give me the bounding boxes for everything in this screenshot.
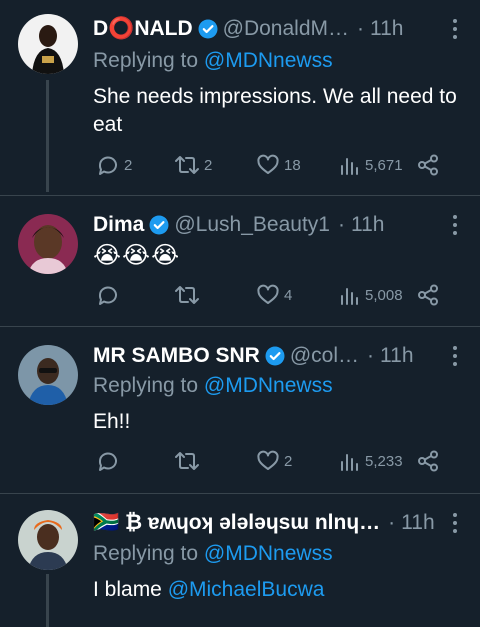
separator-dot: · xyxy=(357,17,364,40)
display-name[interactable]: D⭕NALD xyxy=(93,16,193,42)
user-handle[interactable]: @col… xyxy=(290,343,359,369)
reply-icon xyxy=(98,286,117,305)
display-name[interactable]: Dima xyxy=(93,212,144,238)
display-name[interactable]: 🇿🇦 ₿ ɐʍɥoʞ ǝlǝlǝɥsɯ nlnɥ… xyxy=(93,510,380,536)
replying-to: Replying to @MDNnewss xyxy=(93,541,333,567)
separator-dot: · xyxy=(388,511,396,534)
reply-icon xyxy=(98,452,117,471)
share-button[interactable] xyxy=(416,449,440,473)
like-count: 4 xyxy=(284,286,293,304)
timestamp[interactable]: 11h xyxy=(380,343,413,369)
like-count: 18 xyxy=(284,156,301,174)
tweet-1[interactable]: D⭕NALD @DonaldM… · 11h Replying to @MDNn… xyxy=(0,0,480,192)
separator-dot: · xyxy=(367,344,375,367)
reply-button[interactable] xyxy=(96,449,124,473)
tweet-header: 🇿🇦 ₿ ɐʍɥoʞ ǝlǝlǝɥsɯ nlnɥ… · 11h xyxy=(93,510,440,536)
heart-icon xyxy=(257,450,279,470)
tweet-text: I blame @MichaelBucwa xyxy=(93,576,460,604)
share-button[interactable] xyxy=(416,153,440,177)
retweet-button[interactable] xyxy=(174,449,204,473)
tweet-text-prefix: I blame xyxy=(93,578,168,601)
avatar[interactable] xyxy=(18,14,78,74)
verified-badge-icon xyxy=(198,19,218,39)
thread-line xyxy=(46,80,49,192)
verified-badge-icon xyxy=(149,215,169,235)
share-icon xyxy=(418,284,438,306)
tweet-text: 😭😭😭 xyxy=(93,242,181,269)
views-chart-icon xyxy=(341,288,358,305)
replying-to-label: Replying to xyxy=(93,374,199,397)
more-options-icon[interactable] xyxy=(452,346,458,370)
retweet-count: 2 xyxy=(204,156,213,174)
tweet-2[interactable]: Dima @Lush_Beauty1 · 11h 😭😭😭 4 5,008 xyxy=(0,196,480,326)
reply-mention-link[interactable]: @MDNnewss xyxy=(204,49,333,72)
views-chart-icon xyxy=(341,158,358,175)
views-button[interactable]: 5,671 xyxy=(339,153,403,177)
avatar[interactable] xyxy=(18,214,78,274)
tweet-4[interactable]: 🇿🇦 ₿ ɐʍɥoʞ ǝlǝlǝɥsɯ nlnɥ… · 11h Replying… xyxy=(0,494,480,627)
tweet-3[interactable]: MR SAMBO SNR @col… · 11h Replying to @MD… xyxy=(0,327,480,493)
reply-icon xyxy=(98,156,117,175)
reply-mention-link[interactable]: @MDNnewss xyxy=(204,542,333,565)
heart-icon xyxy=(257,284,279,304)
like-button[interactable]: 2 xyxy=(256,449,292,473)
reply-button[interactable] xyxy=(96,283,124,307)
action-bar: 2 5,233 xyxy=(96,449,456,477)
timestamp[interactable]: 11h xyxy=(370,16,403,42)
retweet-button[interactable]: 2 xyxy=(174,153,212,177)
retweet-icon xyxy=(175,286,199,304)
replying-to-label: Replying to xyxy=(93,49,199,72)
view-count: 5,008 xyxy=(365,286,403,304)
views-button[interactable]: 5,008 xyxy=(339,283,403,307)
separator-dot: · xyxy=(337,213,345,236)
user-handle[interactable]: @DonaldM… xyxy=(223,16,349,42)
verified-badge-icon xyxy=(265,346,285,366)
reply-button[interactable]: 2 xyxy=(96,153,132,177)
tweet-header: MR SAMBO SNR @col… · 11h xyxy=(93,343,440,369)
tweet-mention-link[interactable]: @MichaelBucwa xyxy=(168,578,325,601)
reply-mention-link[interactable]: @MDNnewss xyxy=(204,374,333,397)
retweet-button[interactable] xyxy=(174,283,204,307)
like-button[interactable]: 4 xyxy=(256,283,292,307)
tweet-header: Dima @Lush_Beauty1 · 11h xyxy=(93,212,440,238)
tweet-text: She needs impressions. We all need to ea… xyxy=(93,85,457,136)
avatar[interactable] xyxy=(18,345,78,405)
like-button[interactable]: 18 xyxy=(256,153,301,177)
view-count: 5,671 xyxy=(365,156,403,174)
action-bar: 2 2 18 5,671 xyxy=(96,153,456,181)
replying-to: Replying to @MDNnewss xyxy=(93,373,333,399)
view-count: 5,233 xyxy=(365,452,403,470)
timestamp[interactable]: 11h xyxy=(401,510,434,536)
user-handle[interactable]: @Lush_Beauty1 xyxy=(174,212,330,238)
share-icon xyxy=(418,154,438,176)
tweet-text: Eh!! xyxy=(93,410,131,433)
reply-count: 2 xyxy=(124,156,133,174)
views-button[interactable]: 5,233 xyxy=(339,449,403,473)
replying-to-label: Replying to xyxy=(93,542,199,565)
like-count: 2 xyxy=(284,452,293,470)
share-button[interactable] xyxy=(416,283,440,307)
display-name[interactable]: MR SAMBO SNR xyxy=(93,343,260,369)
thread-line xyxy=(46,574,49,627)
more-options-icon[interactable] xyxy=(452,513,458,537)
heart-icon xyxy=(257,154,279,174)
more-options-icon[interactable] xyxy=(452,19,458,43)
avatar[interactable] xyxy=(18,510,78,570)
retweet-icon xyxy=(175,452,199,470)
views-chart-icon xyxy=(341,454,358,471)
share-icon xyxy=(418,450,438,472)
more-options-icon[interactable] xyxy=(452,215,458,239)
timestamp[interactable]: 11h xyxy=(351,212,384,238)
retweet-icon xyxy=(175,156,199,174)
action-bar: 4 5,008 xyxy=(96,283,456,311)
tweet-header: D⭕NALD @DonaldM… · 11h xyxy=(93,16,440,42)
replying-to: Replying to @MDNnewss xyxy=(93,48,333,74)
